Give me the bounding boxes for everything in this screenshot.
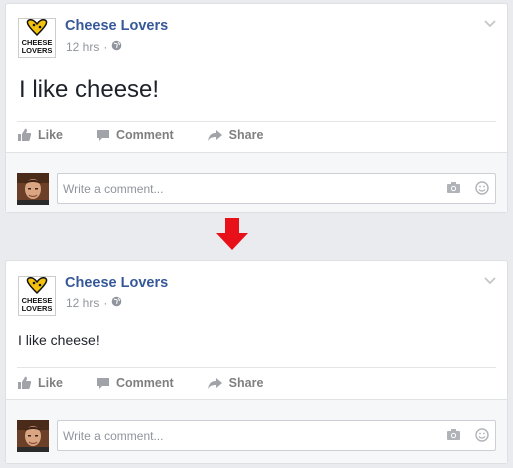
- divider: [17, 121, 496, 122]
- post-timestamp[interactable]: 12 hrs: [66, 296, 99, 310]
- page-logo[interactable]: CHEESE LOVERS: [18, 276, 56, 316]
- down-arrow-icon: [214, 216, 250, 252]
- post-actions: Like Comment Share: [17, 376, 296, 390]
- page-name-link[interactable]: Cheese Lovers: [65, 18, 168, 34]
- like-icon: [17, 128, 32, 142]
- post-actions: Like Comment Share: [17, 128, 296, 142]
- meta-separator: ·: [103, 296, 108, 310]
- camera-icon[interactable]: [446, 428, 461, 442]
- post-meta: 12 hrs ·: [66, 40, 122, 54]
- like-label: Like: [38, 376, 64, 390]
- chevron-down-icon[interactable]: [483, 273, 497, 285]
- post-text: I like cheese!: [18, 332, 100, 348]
- comment-button[interactable]: Comment: [96, 376, 174, 390]
- like-button[interactable]: Like: [17, 128, 63, 142]
- comment-input-icons: [446, 181, 489, 195]
- share-icon: [207, 377, 223, 390]
- chevron-down-icon[interactable]: [483, 16, 497, 28]
- share-button[interactable]: Share: [207, 128, 264, 142]
- post-small-text: CHEESE LOVERS Cheese Lovers 12 hrs · I l…: [5, 260, 508, 464]
- share-label: Share: [228, 376, 264, 390]
- like-icon: [17, 376, 32, 390]
- post-large-text: CHEESE LOVERS Cheese Lovers 12 hrs · I l…: [5, 3, 508, 213]
- emoji-icon[interactable]: [475, 428, 489, 442]
- svg-text:LOVERS: LOVERS: [22, 46, 53, 55]
- like-label: Like: [38, 128, 64, 142]
- share-icon: [207, 129, 223, 142]
- avatar[interactable]: [17, 173, 49, 205]
- comment-input[interactable]: Write a comment...: [57, 173, 496, 204]
- comment-input-icons: [446, 428, 489, 442]
- globe-icon: [111, 296, 122, 310]
- comment-area: Write a comment...: [6, 152, 507, 212]
- page-name-link[interactable]: Cheese Lovers: [65, 275, 168, 291]
- comment-placeholder: Write a comment...: [63, 429, 164, 443]
- meta-separator: ·: [103, 40, 108, 54]
- share-label: Share: [228, 128, 264, 142]
- page-logo[interactable]: CHEESE LOVERS: [18, 18, 56, 58]
- post-text: I like cheese!: [19, 76, 160, 103]
- avatar[interactable]: [17, 420, 49, 452]
- comment-icon: [96, 377, 110, 390]
- divider: [17, 367, 496, 368]
- comment-label: Comment: [116, 376, 174, 390]
- svg-text:LOVERS: LOVERS: [22, 304, 53, 313]
- comment-placeholder: Write a comment...: [63, 182, 164, 196]
- post-timestamp[interactable]: 12 hrs: [66, 40, 99, 54]
- globe-icon: [111, 40, 122, 54]
- camera-icon[interactable]: [446, 181, 461, 195]
- comment-area: Write a comment...: [6, 399, 507, 463]
- share-button[interactable]: Share: [207, 376, 264, 390]
- post-meta: 12 hrs ·: [66, 296, 122, 310]
- emoji-icon[interactable]: [475, 181, 489, 195]
- comment-icon: [96, 129, 110, 142]
- comment-label: Comment: [116, 128, 174, 142]
- comment-button[interactable]: Comment: [96, 128, 174, 142]
- comment-input[interactable]: Write a comment...: [57, 420, 496, 451]
- like-button[interactable]: Like: [17, 376, 63, 390]
